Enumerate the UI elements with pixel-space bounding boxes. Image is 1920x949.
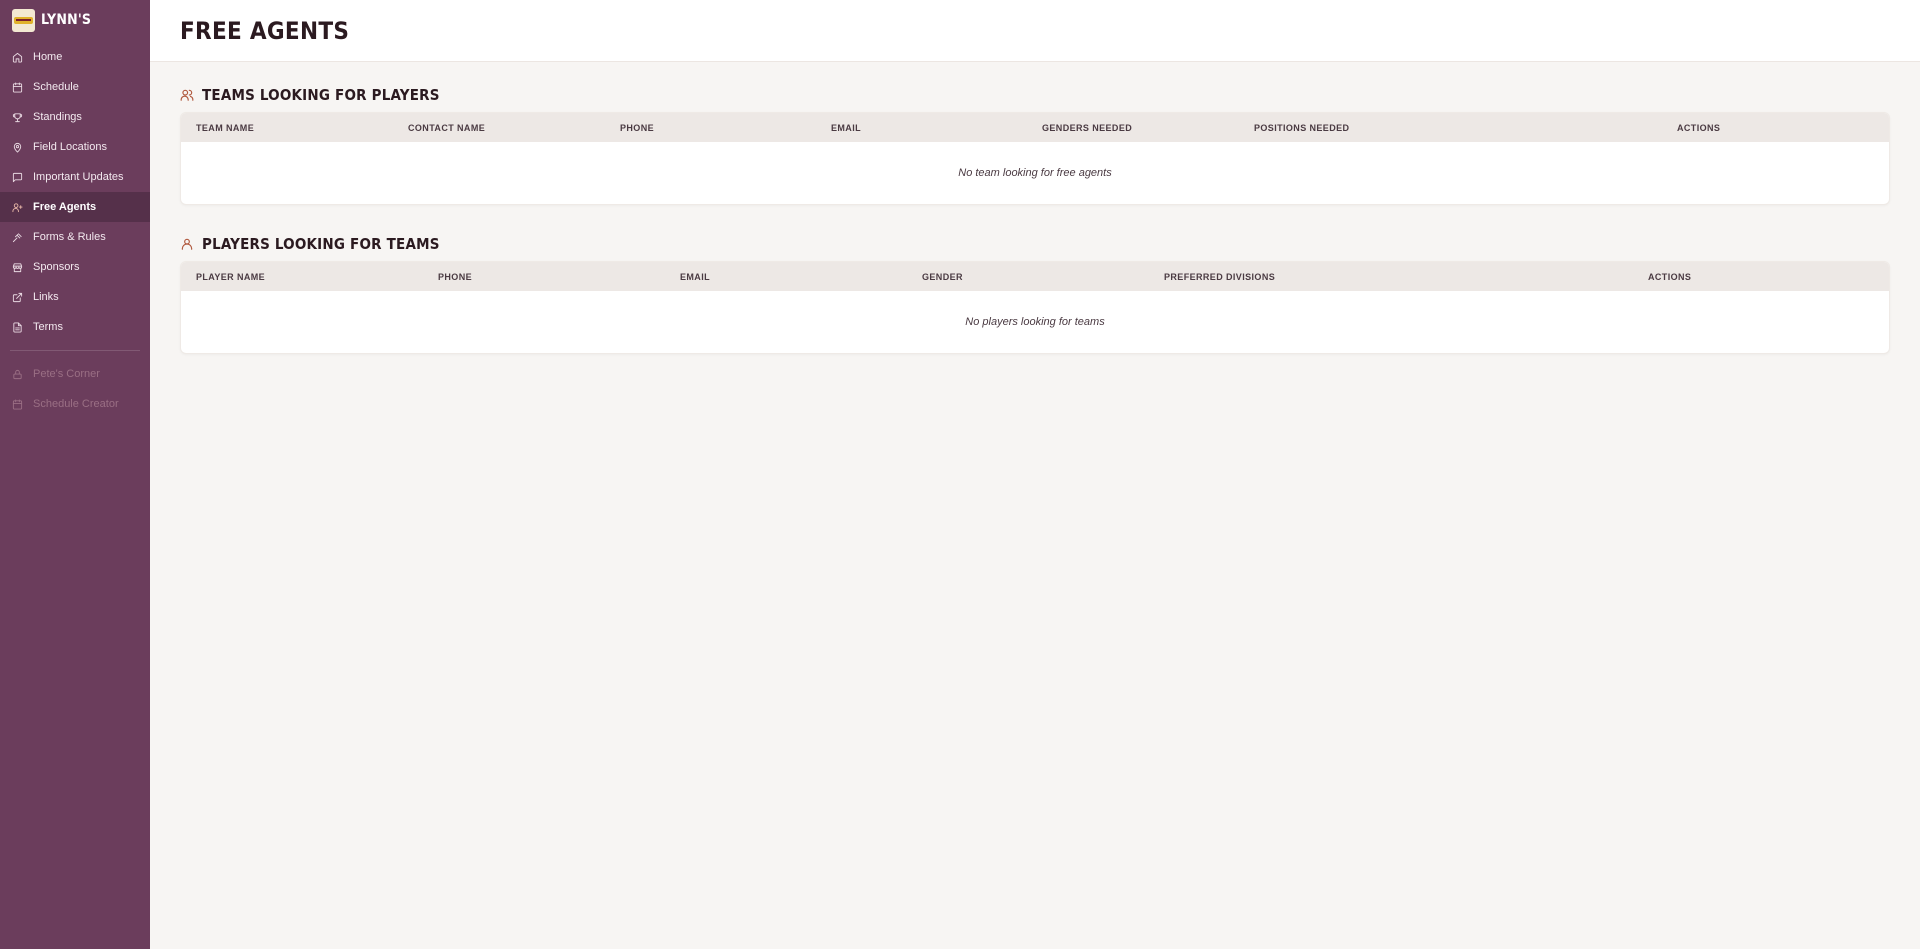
table-header-row: PLAYER NAME PHONE EMAIL GENDER PREFERRED… (181, 262, 1889, 291)
column-header: PREFERRED DIVISIONS (1164, 271, 1276, 282)
sidebar-item-schedule[interactable]: Schedule (0, 72, 150, 102)
teams-table: TEAM NAME CONTACT NAME PHONE EMAIL GENDE… (180, 112, 1890, 205)
column-header: POSITIONS NEEDED (1254, 122, 1350, 133)
sidebar-item-petes-corner: Pete's Corner (0, 359, 150, 389)
home-icon (12, 52, 23, 63)
sidebar-item-standings[interactable]: Standings (0, 102, 150, 132)
sidebar-item-free-agents[interactable]: Free Agents (0, 192, 150, 222)
page-header: FREE AGENTS (150, 0, 1920, 62)
column-header: ACTIONS (1677, 122, 1721, 133)
sidebar-item-label: Home (33, 51, 63, 63)
column-header: TEAM NAME (196, 122, 255, 133)
column-header: GENDERS NEEDED (1042, 122, 1133, 133)
section-title: PLAYERS LOOKING FOR TEAMS (202, 235, 440, 253)
store-icon (12, 262, 23, 273)
empty-state: No team looking for free agents (958, 167, 1112, 179)
calendar-icon (12, 398, 23, 410)
trophy-icon (12, 112, 23, 123)
column-header: PHONE (438, 271, 473, 282)
sidebar-item-label: Sponsors (33, 261, 80, 273)
sidebar-item-label: Schedule Creator (33, 398, 119, 410)
external-link-icon (12, 292, 23, 303)
column-header: PHONE (620, 122, 655, 133)
column-header: EMAIL (831, 122, 861, 133)
sidebar-item-label: Forms & Rules (33, 231, 106, 243)
sidebar-item-important-updates[interactable]: Important Updates (0, 162, 150, 192)
sidebar-divider (10, 350, 140, 351)
brand-name: LYNN'S (41, 12, 92, 28)
sidebar-item-terms[interactable]: Terms (0, 312, 150, 342)
sidebar-item-schedule-creator: Schedule Creator (0, 389, 150, 419)
sidebar-item-label: Standings (33, 111, 82, 123)
user-icon (180, 237, 194, 251)
main-content: FREE AGENTS TEAMS LOOKING FOR PLAYERS TE… (150, 0, 1920, 949)
page-title: FREE AGENTS (180, 16, 350, 45)
column-header: GENDER (922, 271, 963, 282)
sidebar: LYNN'S Home Schedule Standings Field Loc… (0, 0, 150, 949)
content-area: TEAMS LOOKING FOR PLAYERS TEAM NAME CONT… (150, 62, 1920, 384)
sidebar-nav: Home Schedule Standings Field Locations … (0, 42, 150, 419)
players-table: PLAYER NAME PHONE EMAIL GENDER PREFERRED… (180, 261, 1890, 354)
calendar-icon (12, 81, 23, 93)
brand[interactable]: LYNN'S (0, 0, 150, 40)
table-header-row: TEAM NAME CONTACT NAME PHONE EMAIL GENDE… (181, 113, 1889, 142)
teams-looking-section: TEAMS LOOKING FOR PLAYERS TEAM NAME CONT… (180, 86, 1890, 205)
sidebar-item-label: Schedule (33, 81, 79, 93)
map-pin-icon (12, 142, 23, 153)
section-header: TEAMS LOOKING FOR PLAYERS (180, 86, 1890, 104)
sidebar-item-home[interactable]: Home (0, 42, 150, 72)
file-icon (12, 321, 23, 333)
section-header: PLAYERS LOOKING FOR TEAMS (180, 235, 1890, 253)
users-icon (180, 88, 194, 102)
sidebar-item-label: Free Agents (33, 201, 97, 213)
lock-icon (12, 369, 23, 380)
empty-state: No players looking for teams (965, 316, 1105, 328)
sidebar-item-label: Important Updates (33, 171, 124, 183)
user-plus-icon (12, 202, 23, 213)
sidebar-item-field-locations[interactable]: Field Locations (0, 132, 150, 162)
message-icon (12, 172, 23, 183)
lynns-logo-icon (12, 8, 35, 32)
section-title: TEAMS LOOKING FOR PLAYERS (202, 86, 440, 104)
sidebar-item-label: Terms (33, 321, 63, 333)
sidebar-item-links[interactable]: Links (0, 282, 150, 312)
sidebar-item-label: Pete's Corner (33, 368, 100, 380)
gavel-icon (12, 232, 23, 243)
sidebar-item-forms-rules[interactable]: Forms & Rules (0, 222, 150, 252)
sidebar-item-label: Links (33, 291, 59, 303)
players-looking-section: PLAYERS LOOKING FOR TEAMS PLAYER NAME PH… (180, 235, 1890, 354)
sidebar-item-label: Field Locations (33, 141, 107, 153)
column-header: CONTACT NAME (408, 122, 486, 133)
column-header: EMAIL (680, 271, 710, 282)
sidebar-item-sponsors[interactable]: Sponsors (0, 252, 150, 282)
column-header: ACTIONS (1648, 271, 1692, 282)
column-header: PLAYER NAME (196, 271, 266, 282)
